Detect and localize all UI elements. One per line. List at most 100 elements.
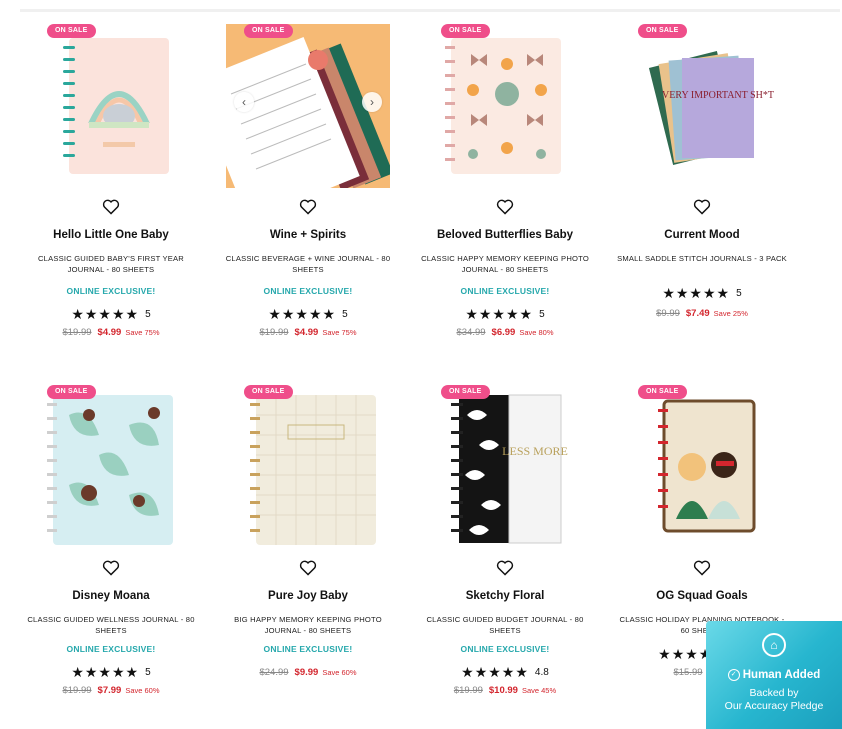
product-subtitle: BIG HAPPY MEMORY KEEPING PHOTO JOURNAL -… [234,615,382,635]
online-exclusive-label: ONLINE EXCLUSIVE! [66,644,156,654]
rating-value: 5 [145,667,151,678]
product-subtitle: CLASSIC GUIDED BABY'S FIRST YEAR JOURNAL… [38,254,184,274]
product-title[interactable]: Beloved Butterflies Baby [410,229,600,241]
product-rating[interactable]: ★★★★★ 5 [420,306,590,323]
product-subtitle: CLASSIC GUIDED WELLNESS JOURNAL - 80 SHE… [27,615,195,635]
on-sale-badge: ON SALE [441,385,490,399]
wishlist-heart-icon[interactable] [496,560,514,576]
wishlist-heart-icon[interactable] [102,560,120,576]
product-rating[interactable]: ★★★★★ 5 [223,306,393,323]
rating-value: 5 [145,309,151,320]
original-price: $15.99 [673,667,703,678]
accuracy-pledge-popup[interactable]: ⌂ ✓ Human Added Backed by Our Accuracy Pl… [706,621,842,729]
original-price: $19.99 [453,685,483,696]
online-exclusive-label: ONLINE EXCLUSIVE! [263,644,353,654]
product-title[interactable]: Hello Little One Baby [16,229,206,241]
popup-line3: Our Accuracy Pledge [724,700,824,712]
product-card[interactable]: ON SALE OG Squad Goals CLASSIC HOLIDAY P… [617,385,787,678]
original-price: $24.99 [259,667,289,678]
product-card[interactable]: ON SALE Disney Moana CLASSIC GUIDED WELL… [26,385,196,696]
product-title[interactable]: Current Mood [607,229,797,241]
product-subtitle: CLASSIC BEVERAGE + WINE JOURNAL - 80 SHE… [225,254,391,274]
wishlist-heart-icon[interactable] [496,199,514,215]
popup-line2: Backed by [749,687,799,699]
product-subtitle: CLASSIC GUIDED BUDGET JOURNAL - 80 SHEET… [426,615,584,635]
sale-price: $10.99 [488,685,518,696]
product-price: $19.99 $7.99 Save 60% [26,685,196,696]
on-sale-badge: ON SALE [638,24,687,38]
original-price: $34.99 [456,327,486,338]
product-rating[interactable]: ★★★★★ 4.8 [420,664,590,681]
product-image[interactable]: ON SALE [29,24,193,188]
product-price: $34.99 $6.99 Save 80% [420,327,590,338]
rating-stars: ★★★★★ [268,306,337,322]
savings-label: Save 25% [713,309,748,318]
product-price: $19.99 $4.99 Save 75% [223,327,393,338]
product-image[interactable]: ON SALE LESS MORE [423,385,587,549]
product-image[interactable]: ON SALE [423,24,587,188]
cover-current-mood: VERY IMPORTANT SH*T [648,51,774,165]
wishlist-heart-icon[interactable] [693,199,711,215]
product-card[interactable]: ON SALE Hello Little One Baby CLASSIC GU… [26,24,196,338]
product-price: $24.99 $9.99 Save 60% [223,667,393,678]
product-card[interactable]: ON SALE Beloved Butterflies Baby CLASSIC… [420,24,590,338]
cover-hello-little-one [63,38,169,174]
cover-sketchy-floral: LESS MORE [451,394,568,544]
check-icon: ✓ [727,669,740,681]
product-card[interactable]: ON SALE VERY IMPORTANT SH*T Current Mood… [617,24,787,319]
on-sale-badge: ON SALE [638,385,687,399]
rating-stars: ★★★★★ [461,664,529,680]
original-price: $9.99 [656,308,680,319]
on-sale-badge: ON SALE [441,24,490,38]
product-rating[interactable]: ★★★★★ 5 [26,664,196,681]
sale-price: $7.99 [97,685,122,696]
popup-line1: Human Added [742,669,821,682]
original-price: $19.99 [259,327,289,338]
wishlist-heart-icon[interactable] [102,199,120,215]
wishlist-heart-icon[interactable] [299,560,317,576]
sale-price: $4.99 [294,327,319,338]
savings-label: Save 80% [519,328,554,337]
original-price: $19.99 [62,685,92,696]
top-divider [20,9,840,12]
wishlist-heart-icon[interactable] [693,560,711,576]
product-image[interactable]: ON SALE [226,385,390,549]
product-card[interactable]: ON SALE Pure Joy Baby BIG HAPPY MEMORY K… [223,385,393,678]
original-price: $19.99 [62,327,92,338]
savings-label: Save 60% [125,686,160,695]
product-title[interactable]: Wine + Spirits [213,229,403,241]
rating-stars: ★★★★★ [71,306,140,322]
rating-stars: ★★★★★ [662,285,731,301]
savings-label: Save 75% [125,328,160,337]
product-image[interactable]: ON SALE [620,385,784,549]
product-rating[interactable]: ★★★★★ 5 [26,306,196,323]
carousel-next-arrow[interactable]: › [362,92,382,112]
product-card[interactable]: ON SALE ‹ › Wine + Spirits CLASSIC BEVER… [223,24,393,338]
product-title[interactable]: Sketchy Floral [410,590,600,602]
savings-label: Save 45% [521,686,557,695]
rating-stars: ★★★★★ [71,664,140,680]
product-subtitle: CLASSIC HAPPY MEMORY KEEPING PHOTO JOURN… [421,254,589,274]
rating-value: 5 [539,309,545,320]
product-rating[interactable]: ★★★★★ 5 [617,285,787,302]
on-sale-badge: ON SALE [244,24,293,38]
wishlist-heart-icon[interactable] [299,199,317,215]
online-exclusive-label: ONLINE EXCLUSIVE! [263,286,353,296]
online-exclusive-label: ONLINE EXCLUSIVE! [460,644,550,654]
online-exclusive-label: ONLINE EXCLUSIVE! [460,286,550,296]
product-title[interactable]: Disney Moana [16,590,206,602]
product-title[interactable]: OG Squad Goals [607,590,797,602]
cover-text-line: VERY IMPORTANT SH*T [662,90,774,101]
product-image[interactable]: ON SALE ‹ › [226,24,390,188]
product-card[interactable]: ON SALE LESS MORE Sketchy Floral CLASSIC… [420,385,590,696]
on-sale-badge: ON SALE [47,385,96,399]
cover-text-line: LESS MORE [502,444,568,458]
product-title[interactable]: Pure Joy Baby [213,590,403,602]
popup-title: ✓ Human Added [706,669,842,681]
on-sale-badge: ON SALE [47,24,96,38]
rating-value: 4.8 [534,667,549,678]
product-image[interactable]: ON SALE [29,385,193,549]
carousel-prev-arrow[interactable]: ‹ [234,92,254,112]
product-image[interactable]: ON SALE VERY IMPORTANT SH*T [620,24,784,188]
rating-stars: ★★★★★ [465,306,534,322]
